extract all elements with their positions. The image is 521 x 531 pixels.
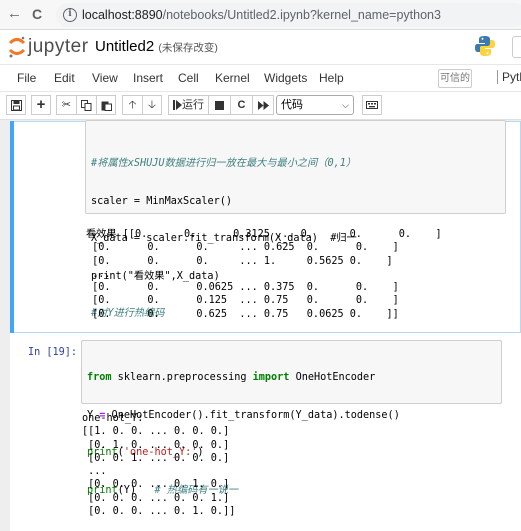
notebook-page: #将属性xSHUJU数据进行归一放在最大与最小之间（0,1） scaler = … bbox=[10, 120, 521, 531]
save-status: (未保存改变) bbox=[158, 42, 218, 54]
code-line: scaler = MinMaxScaler() bbox=[91, 195, 233, 207]
cell-type-select[interactable]: 代码 ⌵ bbox=[276, 95, 354, 115]
menu-edit[interactable]: Edit bbox=[54, 71, 75, 85]
copy-icon bbox=[81, 99, 92, 111]
cell-2-prompt: In [19]: bbox=[28, 347, 78, 358]
chevron-down-icon: ⌵ bbox=[342, 100, 349, 110]
menu-view[interactable]: View bbox=[92, 71, 118, 85]
notebook-header: jupyter Untitled2 (未保存改变) bbox=[0, 30, 521, 64]
run-label: 运行 bbox=[182, 99, 204, 111]
code-cell-1[interactable]: #将属性xSHUJU数据进行归一放在最大与最小之间（0,1） scaler = … bbox=[14, 120, 521, 333]
fast-forward-icon bbox=[257, 100, 269, 110]
command-palette-button[interactable] bbox=[362, 95, 382, 115]
paste-button[interactable] bbox=[96, 95, 116, 115]
notebook-toolbar: + ✂ 🡡 🡣 运行 C 代码 ⌵ bbox=[0, 92, 521, 120]
menu-file[interactable]: File bbox=[17, 71, 36, 85]
restart-run-all-button[interactable] bbox=[252, 95, 274, 115]
back-arrow-icon[interactable]: ← bbox=[7, 6, 22, 22]
keyboard-icon bbox=[366, 101, 378, 110]
cell-1-input[interactable]: #将属性xSHUJU数据进行归一放在最大与最小之间（0,1） scaler = … bbox=[85, 120, 506, 319]
menu-cell[interactable]: Cell bbox=[178, 71, 199, 85]
copy-button[interactable] bbox=[76, 95, 96, 115]
python-logo-icon bbox=[475, 36, 495, 56]
notebook-area: #将属性xSHUJU数据进行归一放在最大与最小之间（0,1） scaler = … bbox=[0, 120, 521, 531]
save-button[interactable] bbox=[6, 95, 26, 115]
trusted-indicator[interactable]: 可信的 bbox=[438, 69, 472, 88]
notebook-name: Untitled2 bbox=[95, 38, 155, 55]
menu-widgets[interactable]: Widgets bbox=[264, 71, 307, 85]
cell-2-output: one-hot_Y: [[1. 0. 0. ... 0. 0. 0.] [0. … bbox=[82, 413, 236, 518]
url-host: localhost:8890 bbox=[82, 8, 163, 22]
menu-kernel[interactable]: Kernel bbox=[215, 71, 250, 85]
plus-icon: + bbox=[36, 96, 46, 113]
move-down-button[interactable]: 🡣 bbox=[142, 95, 162, 115]
arrow-up-icon: 🡡 bbox=[128, 99, 137, 111]
paste-icon bbox=[101, 101, 112, 111]
floppy-disk-icon bbox=[10, 99, 22, 111]
insert-cell-button[interactable]: + bbox=[31, 95, 51, 115]
url-path: /notebooks/Untitled2.ipynb?kernel_name=p… bbox=[162, 8, 441, 22]
cell-1-output: 看效果 [[0. 0. 0.3125 ... 0. 0. 0. ] [0. 0.… bbox=[86, 229, 442, 320]
code-line: #将属性xSHUJU数据进行归一放在最大与最小之间（0,1） bbox=[91, 158, 357, 169]
scissors-icon: ✂ bbox=[61, 99, 72, 111]
cell-type-value: 代码 bbox=[281, 99, 303, 111]
kernel-indicator: Pyth bbox=[497, 70, 521, 84]
browser-toolbar: ← C i localhost:8890/notebooks/Untitled2… bbox=[0, 0, 521, 30]
cut-button[interactable]: ✂ bbox=[56, 95, 76, 115]
move-up-button[interactable]: 🡡 bbox=[122, 95, 142, 115]
interrupt-button[interactable] bbox=[208, 95, 230, 115]
run-button[interactable]: 运行 bbox=[168, 95, 208, 115]
code-line: from sklearn.preprocessing import OneHot… bbox=[87, 372, 376, 383]
info-icon[interactable]: i bbox=[63, 8, 77, 22]
arrow-down-icon: 🡣 bbox=[148, 99, 156, 111]
address-bar[interactable]: i localhost:8890/notebooks/Untitled2.ipy… bbox=[56, 3, 521, 27]
jupyter-logo-icon bbox=[8, 36, 26, 58]
jupyter-logo-text: jupyter bbox=[28, 36, 89, 57]
stop-icon bbox=[215, 100, 224, 110]
cell-2-input[interactable]: from sklearn.preprocessing import OneHot… bbox=[81, 340, 502, 496]
logout-button[interactable] bbox=[512, 36, 521, 58]
menubar: File Edit View Insert Cell Kernel Widget… bbox=[0, 64, 521, 92]
restart-button[interactable]: C bbox=[230, 95, 252, 115]
restart-icon: C bbox=[237, 99, 246, 111]
menu-insert[interactable]: Insert bbox=[133, 71, 163, 85]
notebook-title[interactable]: Untitled2 (未保存改变) bbox=[95, 38, 218, 55]
reload-icon[interactable]: C bbox=[32, 6, 42, 22]
step-forward-icon bbox=[173, 100, 182, 111]
menu-help[interactable]: Help bbox=[319, 71, 344, 85]
